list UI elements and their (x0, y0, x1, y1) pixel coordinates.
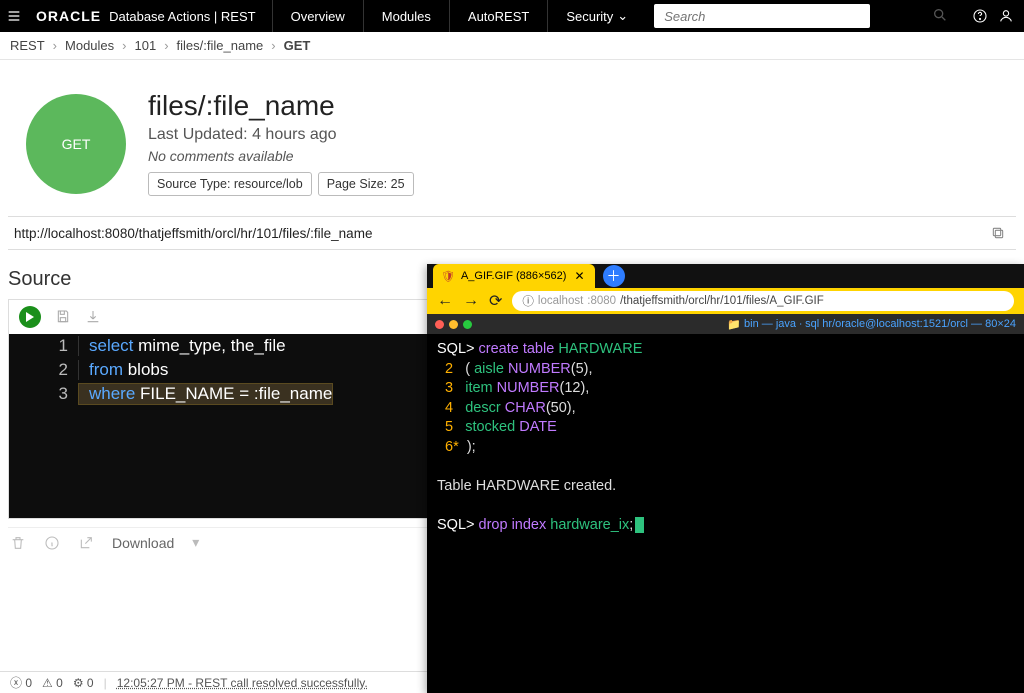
trash-icon[interactable] (10, 535, 26, 551)
new-tab-button[interactable]: ＋ (603, 265, 625, 287)
terminal-title: 📁 bin — java ∙ sql hr/oracle@localhost:1… (727, 318, 1016, 331)
chevron-down-icon: ⌄ (617, 8, 628, 24)
crumb-modules[interactable]: Modules (65, 38, 114, 53)
browser-toolbar: ← → ⟳ ⓘ localhost:8080/thatjeffsmith/orc… (427, 288, 1024, 314)
breadcrumb: REST› Modules› 101› files/:file_name› GE… (0, 32, 1024, 60)
page-size-pill: Page Size: 25 (318, 172, 414, 196)
reload-icon[interactable]: ⟳ (489, 291, 502, 311)
help-icon[interactable] (972, 8, 988, 24)
browser-tabstrip: 🛡 A_GIF.GIF (886×562) ✕ ＋ (427, 264, 1024, 288)
endpoint-url-row: http://localhost:8080/thatjeffsmith/orcl… (8, 216, 1016, 250)
gear-count-icon[interactable]: ⚙ 0 (73, 676, 94, 690)
menu-icon[interactable] (0, 8, 28, 24)
terminal-titlebar: 📁 bin — java ∙ sql hr/oracle@localhost:1… (427, 314, 1024, 334)
browser-tab[interactable]: 🛡 A_GIF.GIF (886×562) ✕ (433, 264, 595, 288)
handler-header: GET files/:file_name Last Updated: 4 hou… (8, 80, 1016, 216)
endpoint-url: http://localhost:8080/thatjeffsmith/orcl… (14, 226, 372, 241)
nav-overview[interactable]: Overview (272, 0, 363, 32)
close-window-icon[interactable] (435, 320, 444, 329)
minimize-icon[interactable] (449, 320, 458, 329)
save-icon[interactable] (55, 309, 71, 325)
warn-count-icon[interactable]: ⚠ 0 (42, 676, 63, 690)
overlay-browser-window: 🛡 A_GIF.GIF (886×562) ✕ ＋ ← → ⟳ ⓘ localh… (427, 264, 1024, 693)
run-button[interactable] (19, 306, 41, 328)
search-icon[interactable] (932, 7, 948, 23)
address-bar[interactable]: ⓘ localhost:8080/thatjeffsmith/orcl/hr/1… (512, 291, 1014, 311)
crumb-rest[interactable]: REST (10, 38, 45, 53)
info-icon[interactable] (44, 535, 60, 551)
nav-security[interactable]: Security⌄ (547, 0, 646, 32)
crumb-template[interactable]: files/:file_name (177, 38, 264, 53)
site-info-icon[interactable]: ⓘ (522, 293, 534, 309)
brand-logo: ORACLE (28, 8, 109, 24)
user-icon[interactable] (998, 8, 1014, 24)
last-updated: Last Updated: 4 hours ago (148, 126, 1008, 144)
open-new-icon[interactable] (78, 535, 94, 551)
insecure-icon: 🛡 (441, 270, 455, 283)
product-title: Database Actions | REST (109, 9, 271, 24)
crumb-method: GET (284, 38, 311, 53)
terminal-cursor (635, 517, 644, 533)
crumb-101[interactable]: 101 (135, 38, 157, 53)
search-input[interactable] (654, 4, 870, 28)
tab-title: A_GIF.GIF (886×562) (461, 270, 566, 282)
status-message[interactable]: 12:05:27 PM - REST call resolved success… (117, 676, 368, 690)
close-tab-icon[interactable]: ✕ (572, 269, 586, 283)
forward-icon[interactable]: → (463, 292, 479, 310)
copy-url-icon[interactable] (990, 225, 1010, 241)
download-button[interactable]: Download (112, 535, 174, 551)
terminal-body[interactable]: SQL> create table HARDWARE 2 ( aisle NUM… (427, 334, 1024, 693)
maximize-icon[interactable] (463, 320, 472, 329)
back-icon[interactable]: ← (437, 292, 453, 310)
nav-modules[interactable]: Modules (363, 0, 449, 32)
nav-autorest[interactable]: AutoREST (449, 0, 547, 32)
download-icon[interactable] (85, 309, 101, 325)
handler-title: files/:file_name (148, 90, 1008, 122)
chevron-down-icon[interactable]: ▾ (192, 534, 199, 551)
error-count-icon[interactable]: ⓧ 0 (10, 674, 32, 691)
comments-text: No comments available (148, 148, 1008, 164)
source-type-pill: Source Type: resource/lob (148, 172, 312, 196)
top-bar: ORACLE Database Actions | REST Overview … (0, 0, 1024, 32)
method-badge: GET (26, 94, 126, 194)
